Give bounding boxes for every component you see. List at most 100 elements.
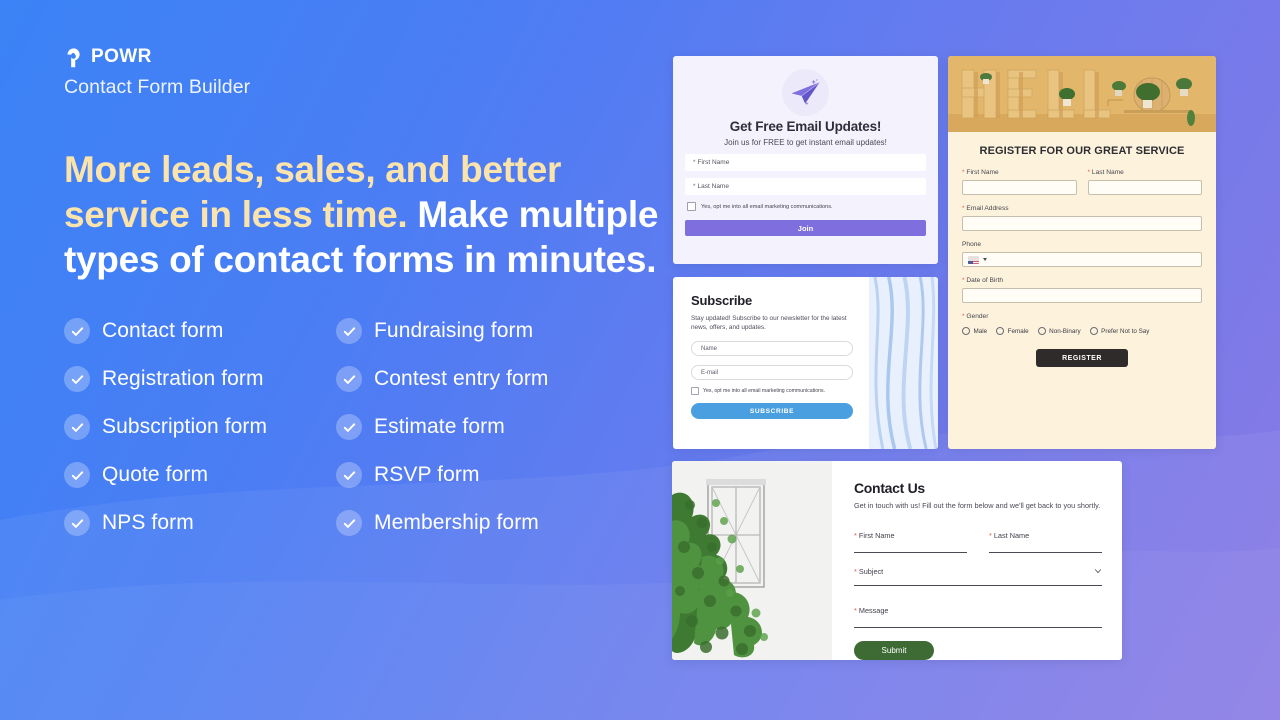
consent-label: Yes, opt me into all email marketing com… [701, 203, 833, 210]
name-row: * First Name * Last Name [962, 169, 1202, 195]
radio-icon[interactable] [962, 327, 970, 335]
email-updates-form-card: Get Free Email Updates! Join us for FREE… [673, 56, 938, 264]
required-mark: * [854, 531, 857, 540]
check-icon [64, 510, 90, 536]
email-input[interactable] [962, 216, 1202, 231]
consent-checkbox[interactable] [687, 202, 696, 211]
check-icon [64, 414, 90, 440]
consent-label: Yes, opt me into all email marketing com… [703, 388, 826, 394]
message-input[interactable]: * Message [854, 600, 1102, 628]
required-mark: * [854, 567, 857, 576]
feature-item: Membership form [336, 510, 664, 536]
required-mark: * [693, 183, 696, 190]
required-mark: * [962, 313, 965, 320]
hero-left-panel: POWR Contact Form Builder More leads, sa… [64, 46, 664, 536]
card-title: REGISTER FOR OUR GREAT SERVICE [979, 145, 1185, 157]
last-name-label: * Last Name [989, 531, 1030, 540]
last-name-input[interactable] [1087, 180, 1202, 195]
check-icon [64, 318, 90, 344]
first-name-label: * First Name [962, 169, 999, 176]
required-mark: * [854, 606, 857, 615]
feature-item: Estimate form [336, 414, 664, 440]
subject-label: * Subject [854, 567, 884, 576]
name-input[interactable]: Name [691, 341, 853, 356]
feature-item: Quote form [64, 462, 336, 488]
feature-item: NPS form [64, 510, 336, 536]
marketing-consent-row[interactable]: Yes, opt me into all email marketing com… [685, 202, 926, 211]
radio-icon[interactable] [1089, 327, 1098, 335]
last-name-input[interactable]: * Last Name [685, 178, 926, 195]
feature-list: Contact form Fundraising form Registrati… [64, 318, 664, 536]
email-placeholder: E-mail [701, 369, 719, 376]
submit-button[interactable]: Submit [854, 641, 934, 660]
card-title: Get Free Email Updates! [729, 119, 882, 134]
check-icon [336, 366, 362, 392]
first-name-group: * First Name [962, 169, 1077, 195]
registration-form-card: REGISTER FOR OUR GREAT SERVICE * First N… [948, 56, 1216, 449]
radio-icon[interactable] [996, 327, 1005, 335]
radio-icon[interactable] [1037, 327, 1046, 335]
ivy-window-photo [672, 461, 832, 660]
required-mark: * [989, 531, 992, 540]
join-button[interactable]: Join [685, 220, 926, 236]
us-flag-icon[interactable] [968, 255, 979, 264]
first-name-input[interactable]: * First Name [685, 154, 926, 171]
name-placeholder: Name [701, 345, 718, 352]
gender-option-prefer-not-to-say[interactable]: Prefer Not to Say [1089, 327, 1149, 335]
chevron-down-icon[interactable] [983, 258, 987, 261]
paper-plane-icon [782, 69, 829, 116]
feature-item: Contact form [64, 318, 336, 344]
gender-radio-group: Male Female Non-Binary Prefer Not to Say [962, 327, 1202, 335]
feature-label: Fundraising form [374, 319, 534, 342]
phone-group: Phone [962, 241, 1202, 267]
card-title: Contact Us [854, 480, 925, 496]
subject-select[interactable]: * Subject [854, 567, 1102, 586]
feature-label: Membership form [374, 511, 539, 534]
hello-hero-image [948, 56, 1216, 132]
check-icon [336, 414, 362, 440]
subscribe-form-card: Subscribe Stay updated! Subscribe to our… [673, 277, 938, 449]
contact-form-body: Contact Us Get in touch with us! Fill ou… [832, 461, 1122, 660]
check-icon [64, 366, 90, 392]
required-mark: * [962, 277, 965, 284]
dob-input[interactable] [962, 288, 1202, 303]
feature-label: Contest entry form [374, 367, 549, 390]
chevron-down-icon[interactable] [1094, 567, 1102, 575]
phone-label: Phone [962, 241, 982, 248]
feature-label: Estimate form [374, 415, 505, 438]
feature-item: Subscription form [64, 414, 336, 440]
check-icon [336, 318, 362, 344]
check-icon [64, 462, 90, 488]
consent-checkbox[interactable] [691, 387, 699, 395]
card-subtitle: Join us for FREE to get instant email up… [724, 138, 887, 147]
gender-option-male[interactable]: Male [962, 327, 987, 335]
first-name-input[interactable]: * First Name [854, 525, 967, 553]
register-button[interactable]: REGISTER [1036, 349, 1128, 367]
brand-logo-text: POWR [91, 46, 152, 67]
last-name-group: * Last Name [1087, 169, 1202, 195]
feature-item: Fundraising form [336, 318, 664, 344]
card-subtitle: Stay updated! Subscribe to our newslette… [691, 315, 847, 331]
last-name-placeholder: Last Name [697, 183, 729, 190]
phone-input[interactable] [962, 252, 1202, 267]
subscribe-wave-decoration [869, 277, 938, 449]
registration-form-body: REGISTER FOR OUR GREAT SERVICE * First N… [948, 132, 1216, 379]
contact-us-form-card: Contact Us Get in touch with us! Fill ou… [672, 461, 1122, 660]
feature-label: Registration form [102, 367, 264, 390]
last-name-input[interactable]: * Last Name [989, 525, 1102, 553]
marketing-consent-row[interactable]: Yes, opt me into all email marketing com… [691, 387, 853, 395]
brand-logo: POWR [64, 46, 664, 68]
check-icon [336, 462, 362, 488]
required-mark: * [693, 159, 696, 166]
card-title: Subscribe [691, 293, 753, 308]
subscribe-button[interactable]: SUBSCRIBE [691, 403, 853, 419]
required-mark: * [1087, 169, 1091, 176]
powr-logo-icon [67, 47, 80, 67]
subject-row: * Subject [854, 567, 1102, 586]
page-headline: More leads, sales, and better service in… [64, 147, 664, 282]
first-name-input[interactable] [962, 180, 1077, 195]
feature-item: RSVP form [336, 462, 664, 488]
gender-option-female[interactable]: Female [996, 327, 1029, 335]
gender-option-non-binary[interactable]: Non-Binary [1037, 327, 1081, 335]
email-input[interactable]: E-mail [691, 365, 853, 380]
